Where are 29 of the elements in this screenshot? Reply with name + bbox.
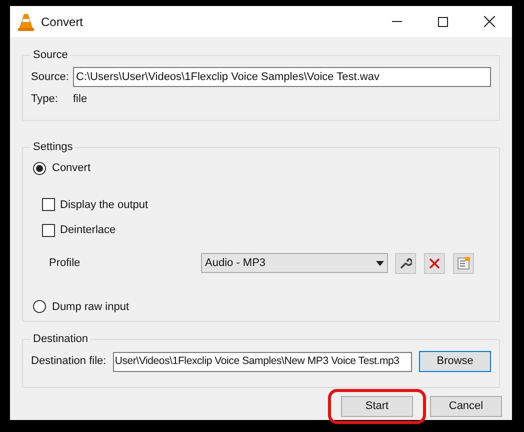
- destination-label: Destination file:: [31, 354, 108, 370]
- destination-field[interactable]: User\Videos\1Flexclip Voice Samples\New MP3 Voice Test.mp3: [112, 352, 412, 372]
- checkbox[interactable]: [42, 198, 55, 212]
- profile-dropdown[interactable]: Audio - MP3: [201, 253, 388, 273]
- delete-x-icon: [429, 258, 440, 268]
- dialog-button[interactable]: Start: [341, 396, 413, 417]
- delete-button[interactable]: [424, 252, 445, 274]
- profile-label: Profile: [49, 256, 82, 271]
- new-profile-button[interactable]: [453, 252, 474, 274]
- radio-button[interactable]: [33, 300, 46, 314]
- dump-label: Dump raw input: [52, 300, 130, 314]
- list-icon: [457, 256, 470, 270]
- source-label: Source:: [31, 70, 70, 85]
- checkbox[interactable]: [42, 224, 55, 237]
- source-field[interactable]: C:\Users\User\Videos\1Flexclip Voice Samples\Voice Test.wav: [73, 67, 491, 87]
- type-label: Type:: [31, 92, 59, 107]
- wrench-icon: [400, 257, 412, 269]
- option-label: Deinterlace: [60, 223, 116, 238]
- dialog-button[interactable]: Cancel: [430, 396, 502, 417]
- browse-button[interactable]: Browse: [419, 351, 491, 372]
- type-value: file: [73, 92, 88, 107]
- convert-label: Convert: [52, 161, 91, 176]
- window-title: Convert: [41, 14, 84, 30]
- traffic-cone-icon: [18, 12, 34, 30]
- dropdown-arrow-icon: [376, 260, 384, 266]
- group-title: Settings: [31, 139, 75, 155]
- option-label: Display the output: [60, 198, 148, 212]
- radio-button[interactable]: [33, 162, 46, 175]
- wrench-button[interactable]: [395, 252, 416, 274]
